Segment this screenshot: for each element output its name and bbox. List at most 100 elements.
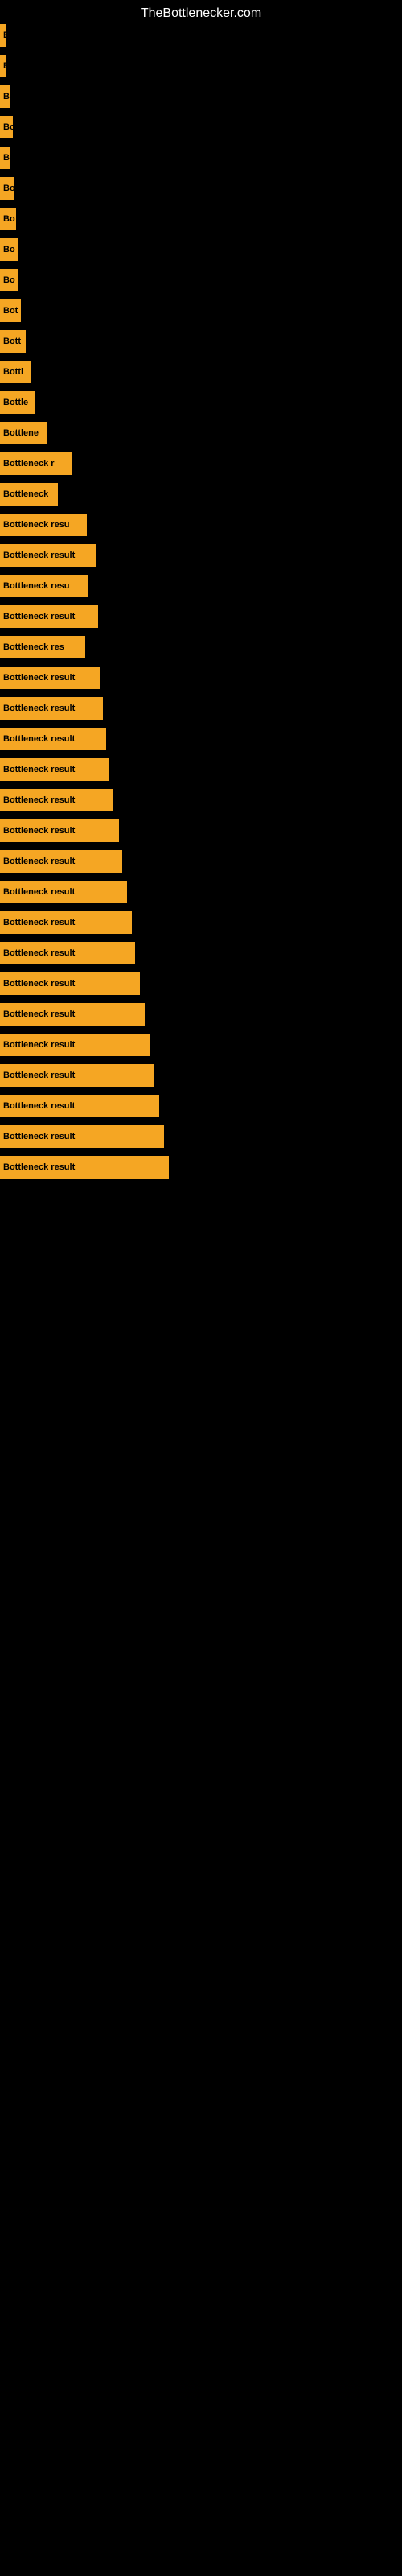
bar-item: Bottleneck result	[0, 881, 127, 903]
bar-item: Bottleneck res	[0, 636, 85, 658]
bar-label: Bottleneck result	[3, 1101, 75, 1111]
bar-row: B	[0, 24, 402, 47]
bars-container: B B B Bo B Bo Bo Bo Bo Bot Bott Bottl Bottle Bottlene…	[0, 24, 402, 1179]
bar-label: Bottleneck result	[3, 1040, 75, 1050]
bar-row: Bottleneck result	[0, 1003, 402, 1026]
bar-row: Bottleneck result	[0, 1156, 402, 1179]
bar-item: Bottleneck result	[0, 605, 98, 628]
bar-label: Bottleneck resu	[3, 581, 70, 591]
bar-label: B	[3, 153, 10, 163]
bar-row: Bottleneck result	[0, 728, 402, 750]
bar-item: Bottleneck result	[0, 1156, 169, 1179]
bar-label: Bottleneck result	[3, 704, 75, 713]
bar-row: Bottleneck result	[0, 850, 402, 873]
bar-label: B	[3, 31, 6, 40]
bar-label: Bottleneck result	[3, 1071, 75, 1080]
bar-label: Bottleneck result	[3, 1132, 75, 1141]
bar-item: Bottleneck result	[0, 728, 106, 750]
bar-item: Bo	[0, 116, 13, 138]
bar-item: Bottleneck resu	[0, 575, 88, 597]
bar-row: Bottleneck result	[0, 667, 402, 689]
bar-label: Bottleneck result	[3, 857, 75, 866]
bar-label: Bottlene	[3, 428, 39, 438]
bar-row: Bottleneck result	[0, 758, 402, 781]
bar-item: Bottleneck result	[0, 697, 103, 720]
bar-item: Bottleneck result	[0, 819, 119, 842]
bar-label: Bottleneck result	[3, 551, 75, 560]
bar-row: Bo	[0, 238, 402, 261]
bar-row: Bo	[0, 208, 402, 230]
bar-row: Bottl	[0, 361, 402, 383]
bar-label: Bottleneck result	[3, 826, 75, 836]
bar-item: Bottleneck result	[0, 942, 135, 964]
bar-item: B	[0, 24, 6, 47]
bar-row: Bottlene	[0, 422, 402, 444]
bar-item: Bottleneck result	[0, 789, 113, 811]
bar-item: Bottleneck r	[0, 452, 72, 475]
bar-label: Bottleneck result	[3, 795, 75, 805]
bar-row: Bo	[0, 269, 402, 291]
bar-label: Bott	[3, 336, 21, 346]
bar-item: B	[0, 85, 10, 108]
bar-row: Bottle	[0, 391, 402, 414]
bar-item: Bottleneck result	[0, 758, 109, 781]
bar-row: B	[0, 85, 402, 108]
bar-item: Bottleneck result	[0, 850, 122, 873]
bar-row: Bottleneck resu	[0, 514, 402, 536]
bar-item: Bottl	[0, 361, 31, 383]
bar-item: Bottleneck resu	[0, 514, 87, 536]
bar-row: Bottleneck result	[0, 972, 402, 995]
bar-label: Bottleneck result	[3, 765, 75, 774]
bar-row: Bottleneck result	[0, 697, 402, 720]
bar-item: Bottleneck result	[0, 1095, 159, 1117]
bar-label: Bo	[3, 245, 15, 254]
bar-label: Bottleneck result	[3, 1009, 75, 1019]
bar-row: Bott	[0, 330, 402, 353]
bar-item: B	[0, 55, 6, 77]
bar-label: Bottleneck r	[3, 459, 55, 469]
bar-label: Bottleneck	[3, 489, 48, 499]
bar-row: Bottleneck result	[0, 1064, 402, 1087]
bar-label: B	[3, 92, 10, 101]
bar-row: B	[0, 147, 402, 169]
bar-item: Bo	[0, 208, 16, 230]
bar-row: Bo	[0, 177, 402, 200]
bar-label: Bo	[3, 184, 14, 193]
bar-label: Bottleneck result	[3, 1162, 75, 1172]
bar-row: Bottleneck result	[0, 881, 402, 903]
bar-row: Bo	[0, 116, 402, 138]
bar-label: Bot	[3, 306, 18, 316]
bar-item: Bottle	[0, 391, 35, 414]
bar-item: B	[0, 147, 10, 169]
bar-row: Bottleneck resu	[0, 575, 402, 597]
bar-label: Bo	[3, 122, 13, 132]
bar-label: Bottleneck result	[3, 918, 75, 927]
bar-row: Bottleneck r	[0, 452, 402, 475]
bar-label: Bottleneck result	[3, 948, 75, 958]
bar-label: Bottleneck result	[3, 734, 75, 744]
bar-label: B	[3, 61, 6, 71]
bar-label: Bottleneck result	[3, 673, 75, 683]
bar-label: Bottleneck result	[3, 887, 75, 897]
bar-row: Bottleneck result	[0, 605, 402, 628]
bar-row: Bottleneck result	[0, 1095, 402, 1117]
bar-row: Bottleneck	[0, 483, 402, 506]
bar-item: Bottleneck result	[0, 911, 132, 934]
bar-label: Bottl	[3, 367, 23, 377]
bar-item: Bo	[0, 177, 14, 200]
site-title: TheBottlenecker.com	[0, 0, 402, 24]
bar-label: Bo	[3, 214, 15, 224]
bar-item: Bottlene	[0, 422, 47, 444]
bar-item: Bott	[0, 330, 26, 353]
bar-row: Bot	[0, 299, 402, 322]
bar-label: Bottleneck resu	[3, 520, 70, 530]
bar-item: Bot	[0, 299, 21, 322]
bar-label: Bottleneck result	[3, 979, 75, 989]
bar-label: Bo	[3, 275, 15, 285]
bar-item: Bo	[0, 269, 18, 291]
bar-item: Bottleneck result	[0, 1003, 145, 1026]
bar-row: Bottleneck result	[0, 544, 402, 567]
bar-row: Bottleneck result	[0, 942, 402, 964]
bar-row: Bottleneck result	[0, 1125, 402, 1148]
bar-label: Bottleneck res	[3, 642, 64, 652]
